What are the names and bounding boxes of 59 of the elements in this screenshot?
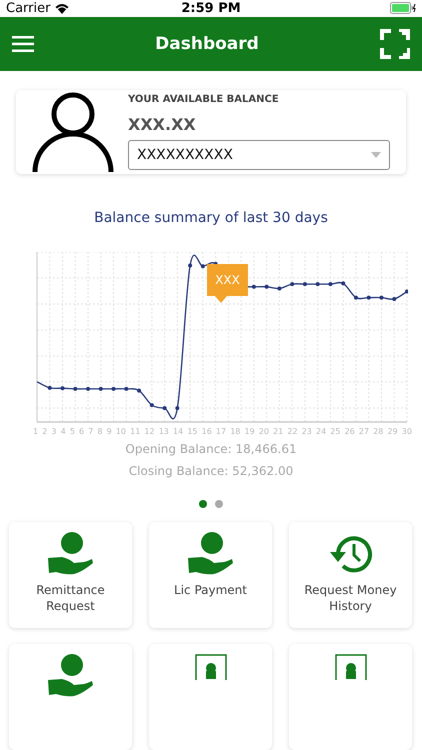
page-title: Dashboard: [155, 34, 259, 54]
axis-label: 8: [97, 427, 103, 436]
axis-label: 17: [216, 427, 226, 436]
caret-icon: [371, 152, 381, 158]
hand-coin-icon: [188, 532, 234, 576]
value-tooltip: XXX: [207, 264, 248, 303]
page-dot[interactable]: [215, 500, 223, 508]
axis-label: 25: [330, 427, 340, 436]
time-text: 2:59 PM: [181, 0, 241, 16]
balance-amount: XXX.XX: [128, 115, 197, 134]
axis-label: 18: [230, 427, 240, 436]
axis-label: 21: [273, 427, 284, 436]
framed-lock-icon: [194, 654, 226, 680]
axis-label: 20: [258, 427, 269, 436]
service-tile[interactable]: [9, 644, 132, 750]
axis-label: 4: [60, 427, 66, 436]
axis-label: 16: [202, 427, 212, 436]
service-tile[interactable]: [149, 644, 272, 750]
axis-label: 5: [70, 427, 75, 436]
framed-lock-icon: [334, 654, 366, 680]
battery-icon: [390, 2, 416, 14]
axis-label: 11: [130, 427, 140, 436]
axis-label: 10: [116, 427, 126, 436]
axis-label: 1: [33, 427, 38, 436]
axis-label: 27: [358, 427, 370, 436]
service-tile[interactable]: Lic Payment: [149, 522, 272, 628]
carrier-text: Carrier: [6, 0, 50, 16]
user-avatar-icon: [32, 92, 114, 172]
balance-summary-text: Opening Balance: 18,466.61: [125, 442, 297, 456]
page-dot[interactable]: [199, 500, 207, 508]
axis-label: 14: [173, 427, 184, 436]
axis-label: 28: [373, 427, 384, 436]
axis-label: 12: [144, 427, 155, 436]
axis-label: 30: [402, 427, 412, 436]
axis-label: 15: [187, 427, 198, 436]
axis-label: 9: [106, 427, 112, 436]
axis-label: 2: [42, 427, 48, 436]
chart-title: Balance summary of last 30 days: [93, 210, 329, 226]
axis-label: 29: [387, 427, 398, 436]
wifi-icon: [54, 2, 70, 14]
service-tile[interactable]: [289, 644, 412, 750]
axis-label: 22: [287, 427, 298, 436]
axis-label: 3: [51, 427, 56, 436]
scan-icon[interactable]: [380, 29, 410, 59]
axis-label: 24: [316, 427, 326, 436]
service-tile[interactable]: Request Money History: [289, 522, 412, 628]
balance-label: YOUR AVAILABLE BALANCE: [128, 94, 280, 106]
balance-summary-text: Closing Balance: 52,362.00: [128, 464, 294, 478]
axis-label: 6: [79, 427, 84, 436]
hand-coin-icon: [48, 532, 94, 576]
axis-label: 26: [344, 427, 355, 436]
axis-label: 7: [88, 427, 94, 436]
axis-label: 13: [158, 427, 169, 436]
service-tile[interactable]: Remittance Request: [9, 522, 132, 628]
account-dropdown[interactable]: XXXXXXXXXX: [128, 140, 390, 170]
menu-icon[interactable]: [12, 36, 34, 52]
axis-label: 23: [302, 427, 312, 436]
axis-label: 19: [244, 427, 255, 436]
hand-coin-icon: [48, 654, 94, 698]
